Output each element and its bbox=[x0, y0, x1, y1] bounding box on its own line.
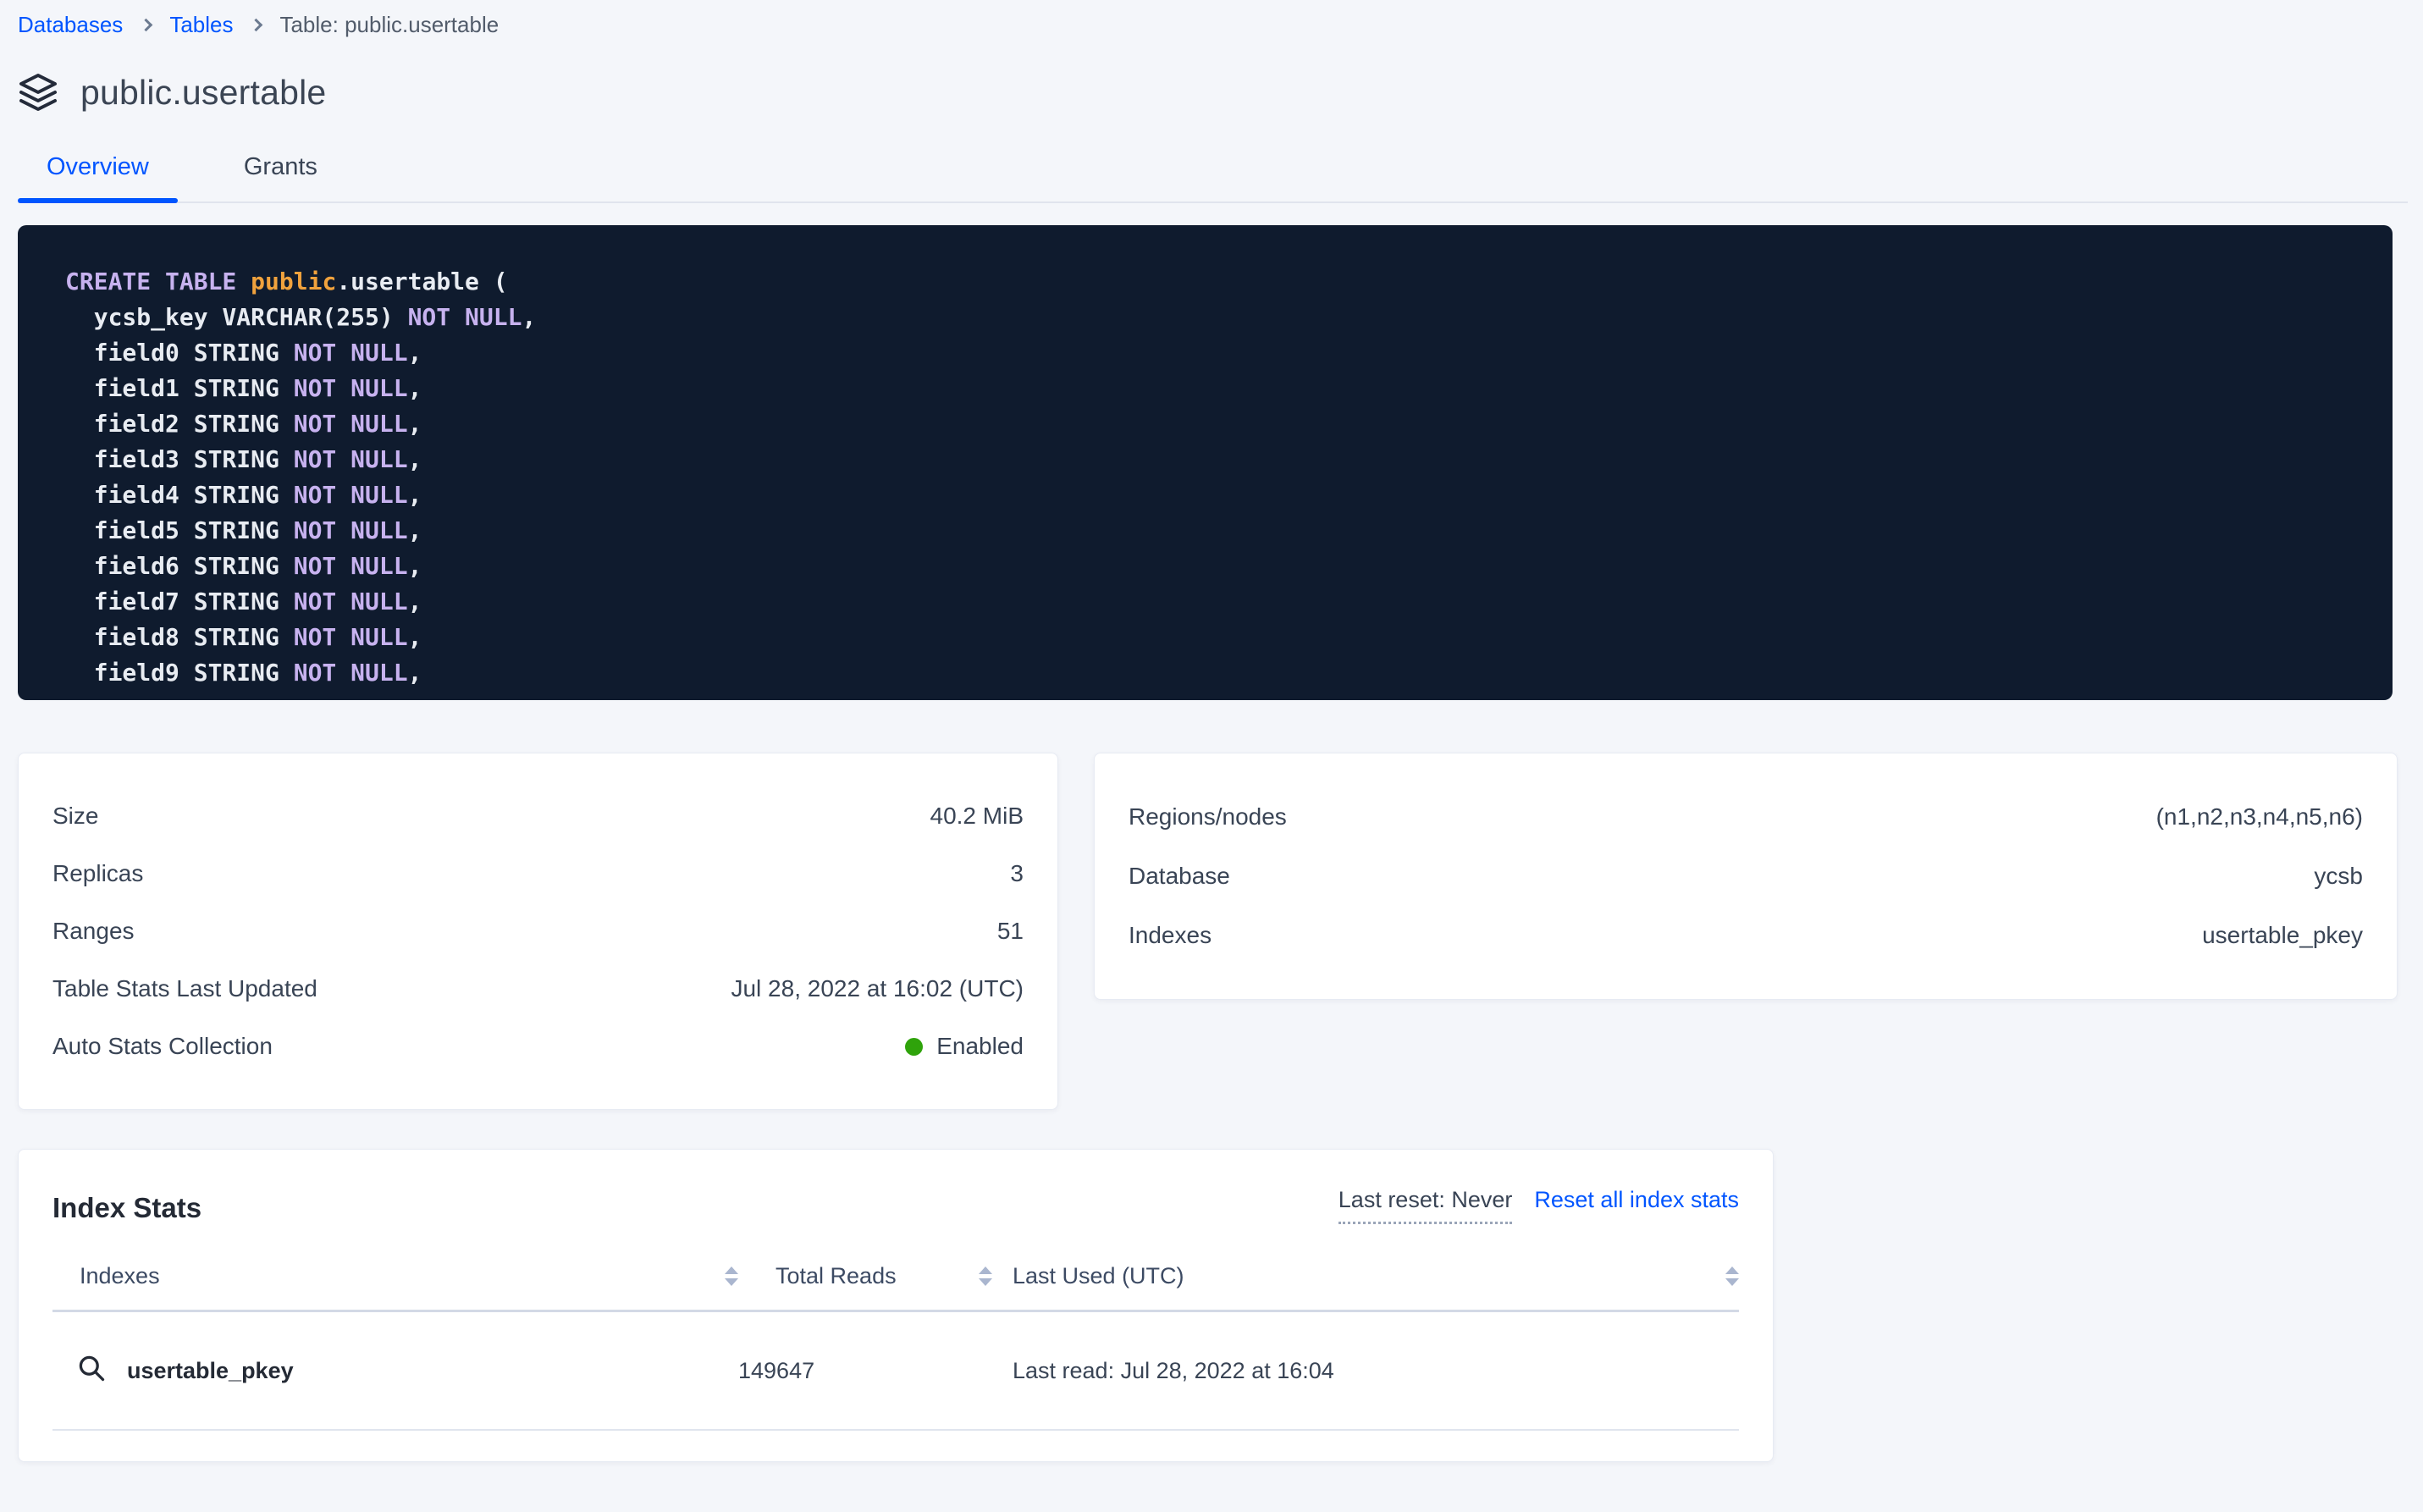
sql-line: ycsb_key VARCHAR(255) NOT NULL, bbox=[65, 300, 2359, 335]
column-header-indexes[interactable]: Indexes bbox=[52, 1263, 738, 1289]
total-reads-cell: 149647 bbox=[738, 1358, 992, 1384]
sql-line: field5 STRING NOT NULL, bbox=[65, 513, 2359, 549]
index-stats-title: Index Stats bbox=[52, 1192, 201, 1224]
summary-label: Size bbox=[52, 803, 98, 830]
column-label: Last Used (UTC) bbox=[1013, 1263, 1184, 1289]
breadcrumb-link-databases[interactable]: Databases bbox=[18, 12, 123, 38]
sql-line: field7 STRING NOT NULL, bbox=[65, 584, 2359, 620]
table-stats-card: Size 40.2 MiB Replicas 3 Ranges 51 Table Stats… bbox=[18, 753, 1058, 1110]
summary-label: Ranges bbox=[52, 918, 135, 945]
status-dot-icon bbox=[905, 1038, 923, 1056]
tab-grants[interactable]: Grants bbox=[208, 153, 353, 201]
sql-line: field6 STRING NOT NULL, bbox=[65, 549, 2359, 584]
summary-cards: Size 40.2 MiB Replicas 3 Ranges 51 Table Stats… bbox=[18, 753, 2408, 1110]
summary-value: usertable_pkey bbox=[2202, 922, 2363, 949]
layers-icon bbox=[18, 72, 58, 113]
summary-row: Auto Stats Collection Enabled bbox=[52, 1018, 1024, 1075]
summary-label: Database bbox=[1129, 863, 1230, 890]
table-details-page: Databases Tables Table: public.usertable… bbox=[0, 0, 2423, 1462]
index-table-header: Indexes Total Reads Last Used (UTC) bbox=[52, 1263, 1739, 1289]
summary-value: ycsb bbox=[2314, 863, 2363, 890]
summary-label: Indexes bbox=[1129, 922, 1212, 949]
sort-icon[interactable] bbox=[1725, 1266, 1739, 1286]
table-info-rows: Regions/nodes (n1,n2,n3,n4,n5,n6) Database… bbox=[1129, 787, 2363, 965]
column-label: Total Reads bbox=[738, 1263, 897, 1289]
summary-label: Regions/nodes bbox=[1129, 803, 1287, 830]
reset-index-stats-link[interactable]: Reset all index stats bbox=[1534, 1187, 1739, 1213]
table-row: usertable_pkey 149647Last read: Jul 28, 2… bbox=[52, 1312, 1739, 1429]
index-stats-header: Index Stats Last reset: Never Reset all … bbox=[52, 1187, 1739, 1224]
summary-value: 3 bbox=[1010, 860, 1024, 887]
table-info-card: Regions/nodes (n1,n2,n3,n4,n5,n6) Database… bbox=[1094, 753, 2398, 1000]
summary-value: Enabled bbox=[905, 1033, 1024, 1060]
page-header: public.usertable bbox=[18, 72, 2408, 113]
sort-icon[interactable] bbox=[725, 1266, 738, 1286]
summary-label: Replicas bbox=[52, 860, 143, 887]
create-statement-box[interactable]: CREATE TABLE public.usertable ( ycsb_key… bbox=[18, 225, 2393, 700]
breadcrumb-link-tables[interactable]: Tables bbox=[169, 12, 233, 38]
sql-line: field8 STRING NOT NULL, bbox=[65, 620, 2359, 655]
last-used-cell: Last read: Jul 28, 2022 at 16:04 bbox=[992, 1358, 1739, 1384]
chevron-right-icon bbox=[250, 19, 263, 32]
index-name-link[interactable]: usertable_pkey bbox=[127, 1358, 294, 1384]
breadcrumb-current: Table: public.usertable bbox=[279, 12, 499, 38]
sql-line: field4 STRING NOT NULL, bbox=[65, 477, 2359, 513]
sql-line: field1 STRING NOT NULL, bbox=[65, 371, 2359, 406]
index-stats-table: Indexes Total Reads Last Used (UTC) user… bbox=[52, 1263, 1739, 1431]
summary-row: Ranges 51 bbox=[52, 902, 1024, 960]
sql-line: field3 STRING NOT NULL, bbox=[65, 442, 2359, 477]
sql-line: field9 STRING NOT NULL, bbox=[65, 655, 2359, 691]
index-stats-actions: Last reset: Never Reset all index stats bbox=[1338, 1187, 1739, 1224]
table-stats-rows: Size 40.2 MiB Replicas 3 Ranges 51 Table Stats… bbox=[52, 787, 1024, 1075]
summary-row: Regions/nodes (n1,n2,n3,n4,n5,n6) bbox=[1129, 787, 2363, 847]
summary-label: Table Stats Last Updated bbox=[52, 975, 317, 1002]
sql-line: field2 STRING NOT NULL, bbox=[65, 406, 2359, 442]
sort-icon[interactable] bbox=[979, 1266, 992, 1286]
sql-line: field0 STRING NOT NULL, bbox=[65, 335, 2359, 371]
summary-row: Size 40.2 MiB bbox=[52, 787, 1024, 845]
column-header-total-reads[interactable]: Total Reads bbox=[738, 1263, 992, 1289]
breadcrumb: Databases Tables Table: public.usertable bbox=[18, 0, 2408, 38]
summary-label: Auto Stats Collection bbox=[52, 1033, 273, 1060]
summary-value: (n1,n2,n3,n4,n5,n6) bbox=[2156, 803, 2363, 830]
summary-row: Replicas 3 bbox=[52, 845, 1024, 902]
summary-row: Table Stats Last Updated Jul 28, 2022 at … bbox=[52, 960, 1024, 1018]
tab-bar: Overview Grants bbox=[18, 153, 2408, 203]
sql-code: CREATE TABLE public.usertable ( ycsb_key… bbox=[65, 264, 2359, 691]
chevron-right-icon bbox=[140, 19, 153, 32]
summary-row: Database ycsb bbox=[1129, 847, 2363, 906]
summary-value: 51 bbox=[997, 918, 1024, 945]
last-reset-label: Last reset: Never bbox=[1338, 1187, 1513, 1224]
page-title: public.usertable bbox=[80, 73, 326, 113]
sql-line: CREATE TABLE public.usertable ( bbox=[65, 264, 2359, 300]
column-header-last-used[interactable]: Last Used (UTC) bbox=[992, 1263, 1739, 1289]
magnifier-icon bbox=[76, 1353, 107, 1389]
row-divider bbox=[52, 1429, 1739, 1431]
column-label: Indexes bbox=[80, 1263, 160, 1289]
index-table-body: usertable_pkey 149647Last read: Jul 28, 2… bbox=[52, 1312, 1739, 1431]
summary-value: 40.2 MiB bbox=[930, 803, 1024, 830]
summary-row: Indexes usertable_pkey bbox=[1129, 906, 2363, 965]
index-stats-card: Index Stats Last reset: Never Reset all … bbox=[18, 1149, 1774, 1462]
index-name-cell: usertable_pkey bbox=[52, 1353, 738, 1389]
summary-value: Jul 28, 2022 at 16:02 (UTC) bbox=[731, 975, 1024, 1002]
tab-overview[interactable]: Overview bbox=[18, 153, 178, 201]
